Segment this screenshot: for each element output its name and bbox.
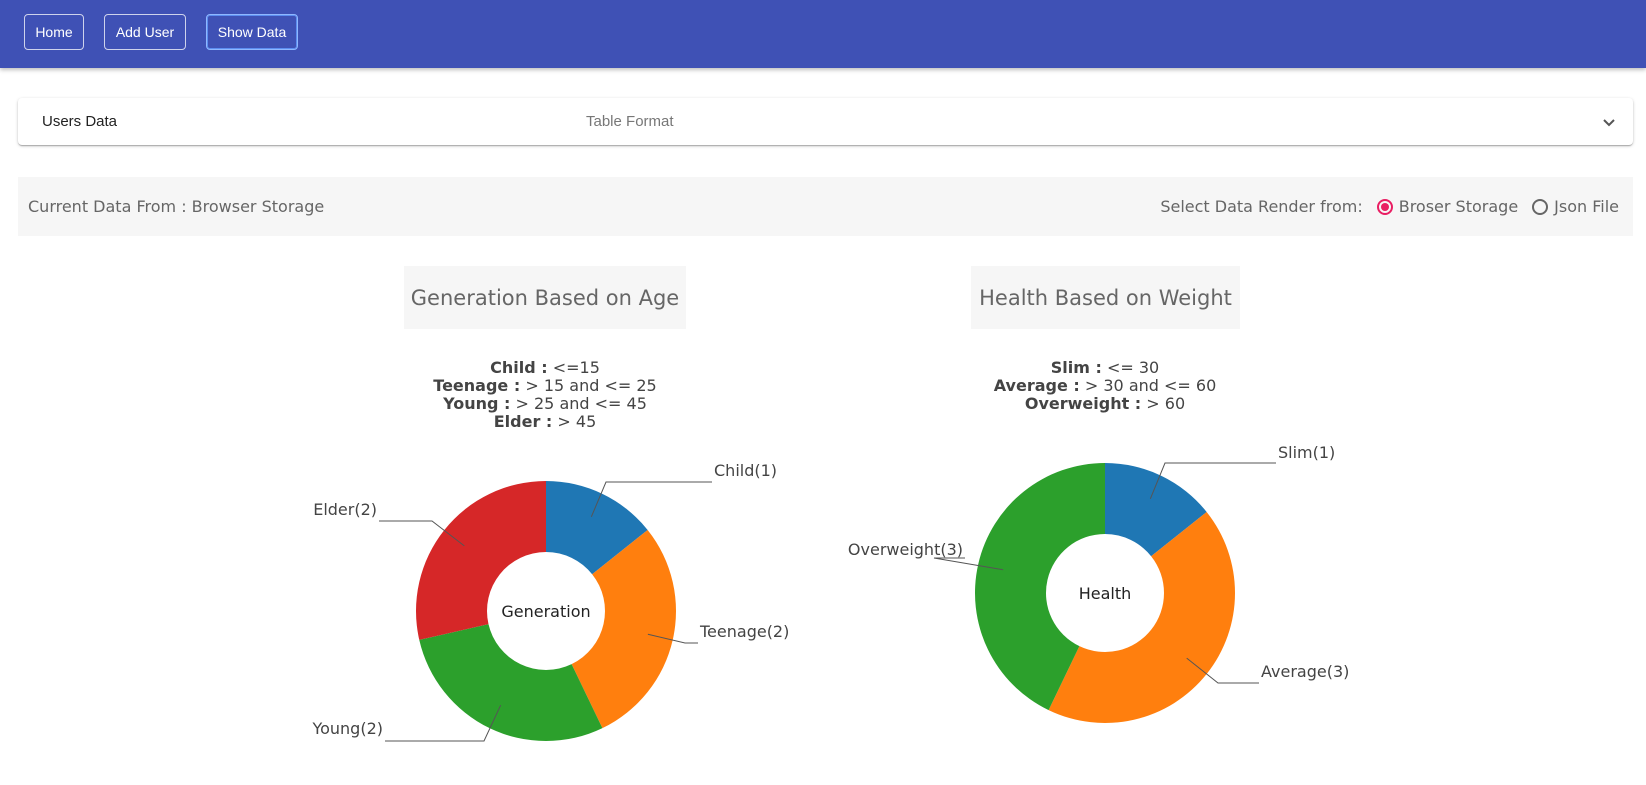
charts-layer: Child(1) Teenage(2) Young(2) Elder(2) Genera… [311,443,1349,742]
slice-label-child: Child(1) [714,461,777,480]
slice-label-average: Average(3) [1261,662,1349,681]
slice-label-young: Young(2) [311,719,383,738]
donut-center-label: Health [1079,584,1132,603]
slice-label-slim: Slim(1) [1278,443,1335,462]
donut-center-label: Generation [501,602,590,621]
slice-label-elder: Elder(2) [313,500,377,519]
pie-slice-young [419,624,603,741]
slice-label-overweight: Overweight(3) [848,540,963,559]
slice-label-teenage: Teenage(2) [699,622,789,641]
